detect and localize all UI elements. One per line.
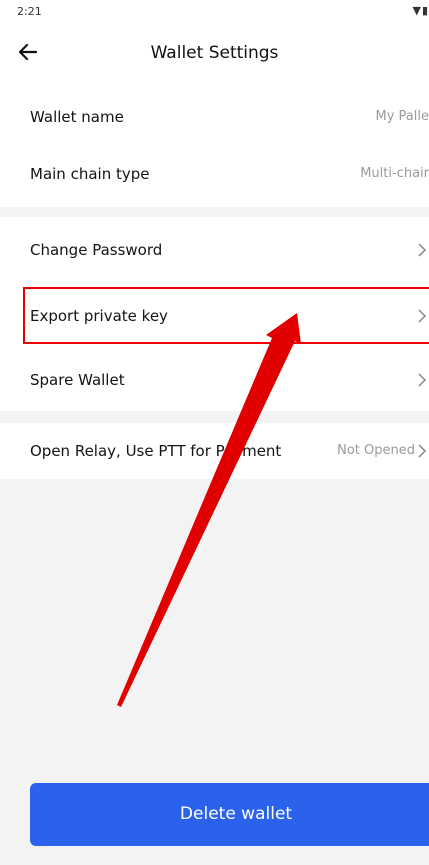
export-private-key-row[interactable]: Export private key (0, 283, 429, 349)
chevron-right-icon (418, 373, 427, 387)
chevron-right-icon (418, 444, 427, 458)
page-title: Wallet Settings (150, 43, 279, 63)
header: Wallet Settings (0, 22, 429, 84)
security-group: Change Password Export private key Spare… (0, 217, 429, 411)
chevron-right-icon (418, 243, 427, 257)
main-chain-type-row[interactable]: Main chain type Multi-chair (0, 141, 429, 207)
main-chain-type-value: Multi-chair (360, 166, 429, 181)
export-private-key-label: Export private key (30, 307, 168, 325)
delete-wallet-button[interactable]: Delete wallet (30, 783, 429, 846)
change-password-row[interactable]: Change Password (0, 217, 429, 283)
wallet-info-group: Wallet name My Palle Main chain type Mul… (0, 84, 429, 207)
open-relay-label: Open Relay, Use PTT for Payment (30, 442, 282, 460)
spare-wallet-row[interactable]: Spare Wallet (0, 347, 429, 413)
main-chain-type-label: Main chain type (30, 165, 150, 183)
status-time: 2:21 (17, 5, 42, 18)
open-relay-status: Not Opened (337, 443, 415, 458)
relay-group: Open Relay, Use PTT for Payment Not Open… (0, 423, 429, 479)
spare-wallet-label: Spare Wallet (30, 371, 125, 389)
status-icons: ▼▮ (412, 4, 429, 17)
change-password-label: Change Password (30, 241, 163, 259)
status-bar: 2:21 ▼▮ (0, 0, 429, 22)
chevron-right-icon (418, 309, 427, 323)
open-relay-row[interactable]: Open Relay, Use PTT for Payment Not Open… (0, 418, 429, 484)
